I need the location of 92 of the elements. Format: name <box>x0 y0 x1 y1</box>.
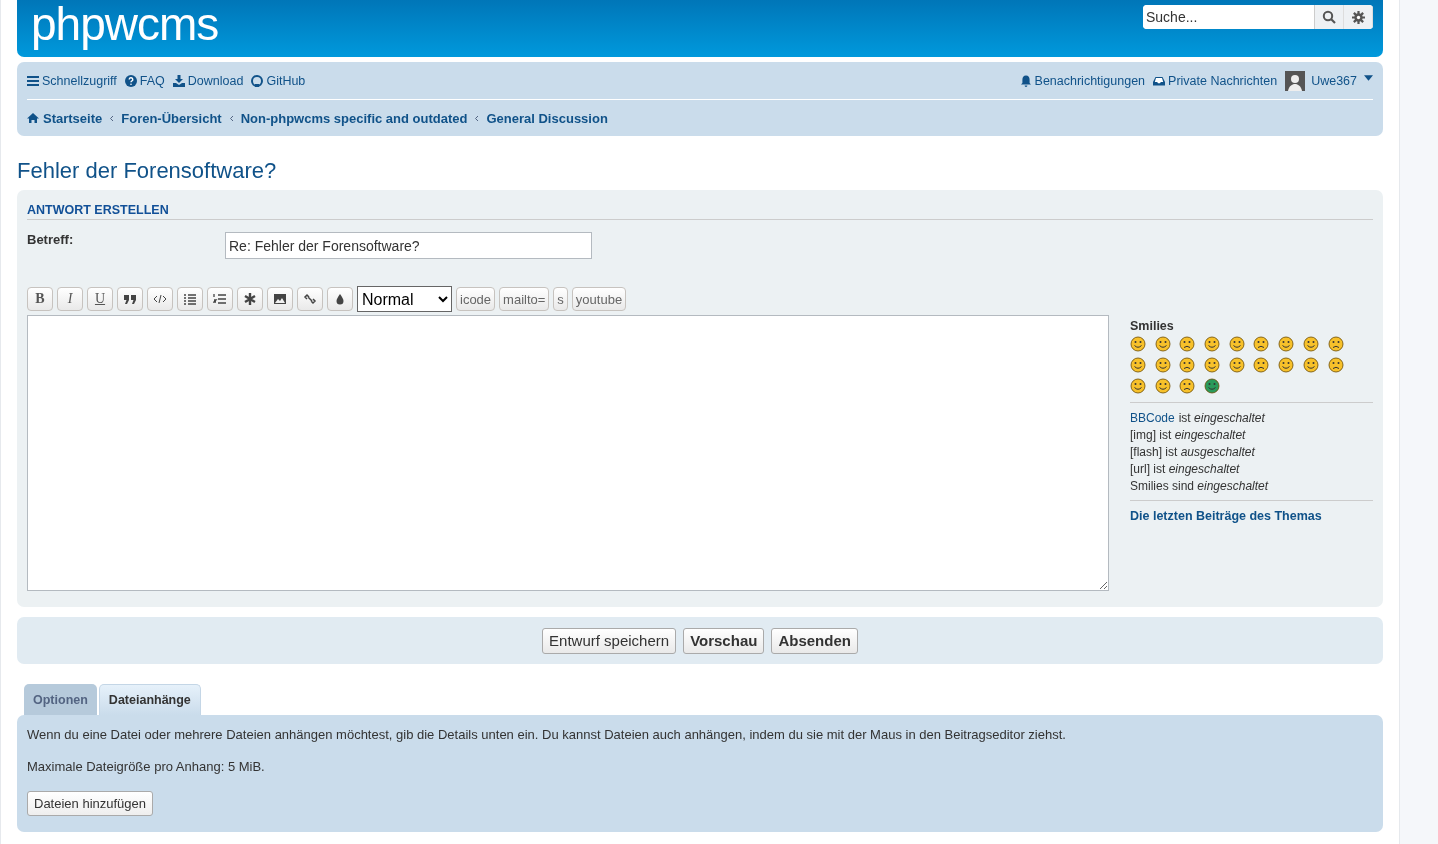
list-button[interactable] <box>177 287 203 311</box>
chevron-icon <box>109 114 115 122</box>
numbered-list-icon <box>213 292 227 306</box>
tab[interactable]: Optionen <box>24 684 97 715</box>
quote-icon <box>123 292 137 306</box>
download-icon <box>172 74 185 87</box>
bbcode-button[interactable]: s <box>553 287 568 311</box>
smiley-icon[interactable] <box>1253 357 1270 373</box>
status-text: [img] ist eingeschaltet <box>1130 427 1246 444</box>
search-field[interactable]: Suche... <box>1143 5 1373 29</box>
chevron-icon <box>228 114 234 122</box>
bbcode-button[interactable]: youtube <box>571 287 627 311</box>
status-text: Smilies sind eingeschaltet <box>1130 478 1269 495</box>
smiley-icon[interactable] <box>1253 336 1270 352</box>
smiley-icon[interactable] <box>1228 357 1245 373</box>
status-text: [url] ist eingeschaltet <box>1130 461 1240 478</box>
link-button[interactable] <box>297 287 323 311</box>
smiley-icon[interactable] <box>1130 336 1146 352</box>
nav-link[interactable]: Download <box>172 73 244 88</box>
smiley-icon[interactable] <box>1278 357 1295 373</box>
code-icon <box>153 292 167 306</box>
search-icon <box>1322 10 1336 24</box>
smiley-icon[interactable] <box>1278 336 1295 352</box>
question-icon <box>124 74 137 87</box>
tab[interactable]: Dateianhänge <box>98 684 201 715</box>
action-button[interactable]: Entwurf speichern <box>542 627 677 654</box>
add-files-button[interactable]: Dateien hinzufügen <box>27 791 154 816</box>
grin-icon[interactable] <box>1204 378 1221 394</box>
color-button[interactable] <box>327 287 353 311</box>
smiley-icon[interactable] <box>1179 357 1196 373</box>
section-heading: ANTWORT ERSTELLEN <box>27 200 1373 220</box>
smiley-icon[interactable] <box>1154 357 1171 373</box>
breadcrumb-link[interactable]: General Discussion <box>486 110 608 126</box>
bold-button[interactable]: B <box>27 287 53 311</box>
search-button[interactable] <box>1315 5 1344 29</box>
info-text: Wenn du eine Datei oder mehrere Dateien anhängen möchtest, gib die Details unten ein. Du kannst Dateien auch anhängen, indem du sie mit der Maus in den Beitragseditor ziehst. <box>27 727 1067 742</box>
smiley-icon[interactable] <box>1204 336 1221 352</box>
action-button[interactable]: Vorschau <box>683 627 765 654</box>
menu-icon <box>27 74 39 87</box>
smiley-icon[interactable] <box>1302 336 1319 352</box>
caret-icon <box>1364 74 1373 81</box>
font-size-select[interactable]: Normal <box>357 286 452 312</box>
breadcrumb-link[interactable]: Startseite <box>27 110 103 126</box>
quote-button[interactable] <box>117 287 143 311</box>
smiley-icon[interactable] <box>1228 336 1245 352</box>
nav-link[interactable]: Benachrichtigungen <box>1019 73 1146 88</box>
subject-label: Betreff: <box>27 232 75 249</box>
subject-field[interactable]: Re: Fehler der Forensoftware? <box>225 232 592 259</box>
list-icon <box>183 292 197 306</box>
max-size-text: Maximale Dateigröße pro Anhang: 5 MiB. <box>27 759 266 774</box>
status-text: ist eingeschaltet <box>1178 410 1265 427</box>
link-icon <box>303 292 317 306</box>
smiley-icon[interactable] <box>1327 336 1344 352</box>
status-text: [flash] ist ausgeschaltet <box>1130 444 1255 461</box>
inbox-icon <box>1153 74 1166 87</box>
chevron-icon <box>474 114 480 122</box>
smiley-icon[interactable] <box>1130 357 1146 373</box>
code-button[interactable] <box>147 287 173 311</box>
nav-link[interactable]: GitHub <box>251 73 306 88</box>
breadcrumb-link[interactable]: Non-phpwcms specific and outdated <box>240 110 468 126</box>
nav-link[interactable]: FAQ <box>124 73 165 88</box>
nav-link[interactable]: Private Nachrichten <box>1153 73 1278 88</box>
settings-button[interactable] <box>1344 5 1373 29</box>
smiley-icon[interactable] <box>1154 336 1171 352</box>
bell-icon <box>1019 74 1032 87</box>
smiley-icon[interactable] <box>1302 357 1319 373</box>
logo[interactable]: phpwcms <box>31 0 219 48</box>
avatar-icon <box>1285 70 1306 91</box>
home-icon <box>27 112 39 124</box>
bbcode-link[interactable]: BBCode <box>1130 410 1175 427</box>
image-button[interactable] <box>267 287 293 311</box>
breadcrumb-link[interactable]: Foren-Übersicht <box>121 110 222 126</box>
page-title: Fehler der Forensoftware? <box>17 158 278 184</box>
image-icon <box>273 292 287 306</box>
smilies-heading: Smilies <box>1130 319 1175 333</box>
smiley-icon[interactable] <box>1130 378 1146 394</box>
smiley-icon[interactable] <box>1327 357 1344 373</box>
user-menu[interactable]: Uwe367 <box>1285 70 1373 91</box>
action-button[interactable]: Absenden <box>771 627 858 654</box>
bbcode-button[interactable]: icode <box>456 287 496 311</box>
asterisk-icon <box>243 292 257 306</box>
italic-button[interactable]: I <box>57 287 83 311</box>
underline-button[interactable]: U <box>87 287 113 311</box>
recent-posts-link[interactable]: Die letzten Beiträge des Themas <box>1130 509 1373 523</box>
smiley-icon[interactable] <box>1204 357 1221 373</box>
numbered-list-button[interactable] <box>207 287 233 311</box>
smiley-icon[interactable] <box>1154 378 1171 394</box>
bbcode-button[interactable]: mailto= <box>499 287 550 311</box>
gear-icon <box>1351 10 1365 24</box>
nav-link[interactable]: Schnellzugriff <box>27 73 117 88</box>
smiley-icon[interactable] <box>1179 336 1196 352</box>
smiley-icon[interactable] <box>1179 378 1196 394</box>
